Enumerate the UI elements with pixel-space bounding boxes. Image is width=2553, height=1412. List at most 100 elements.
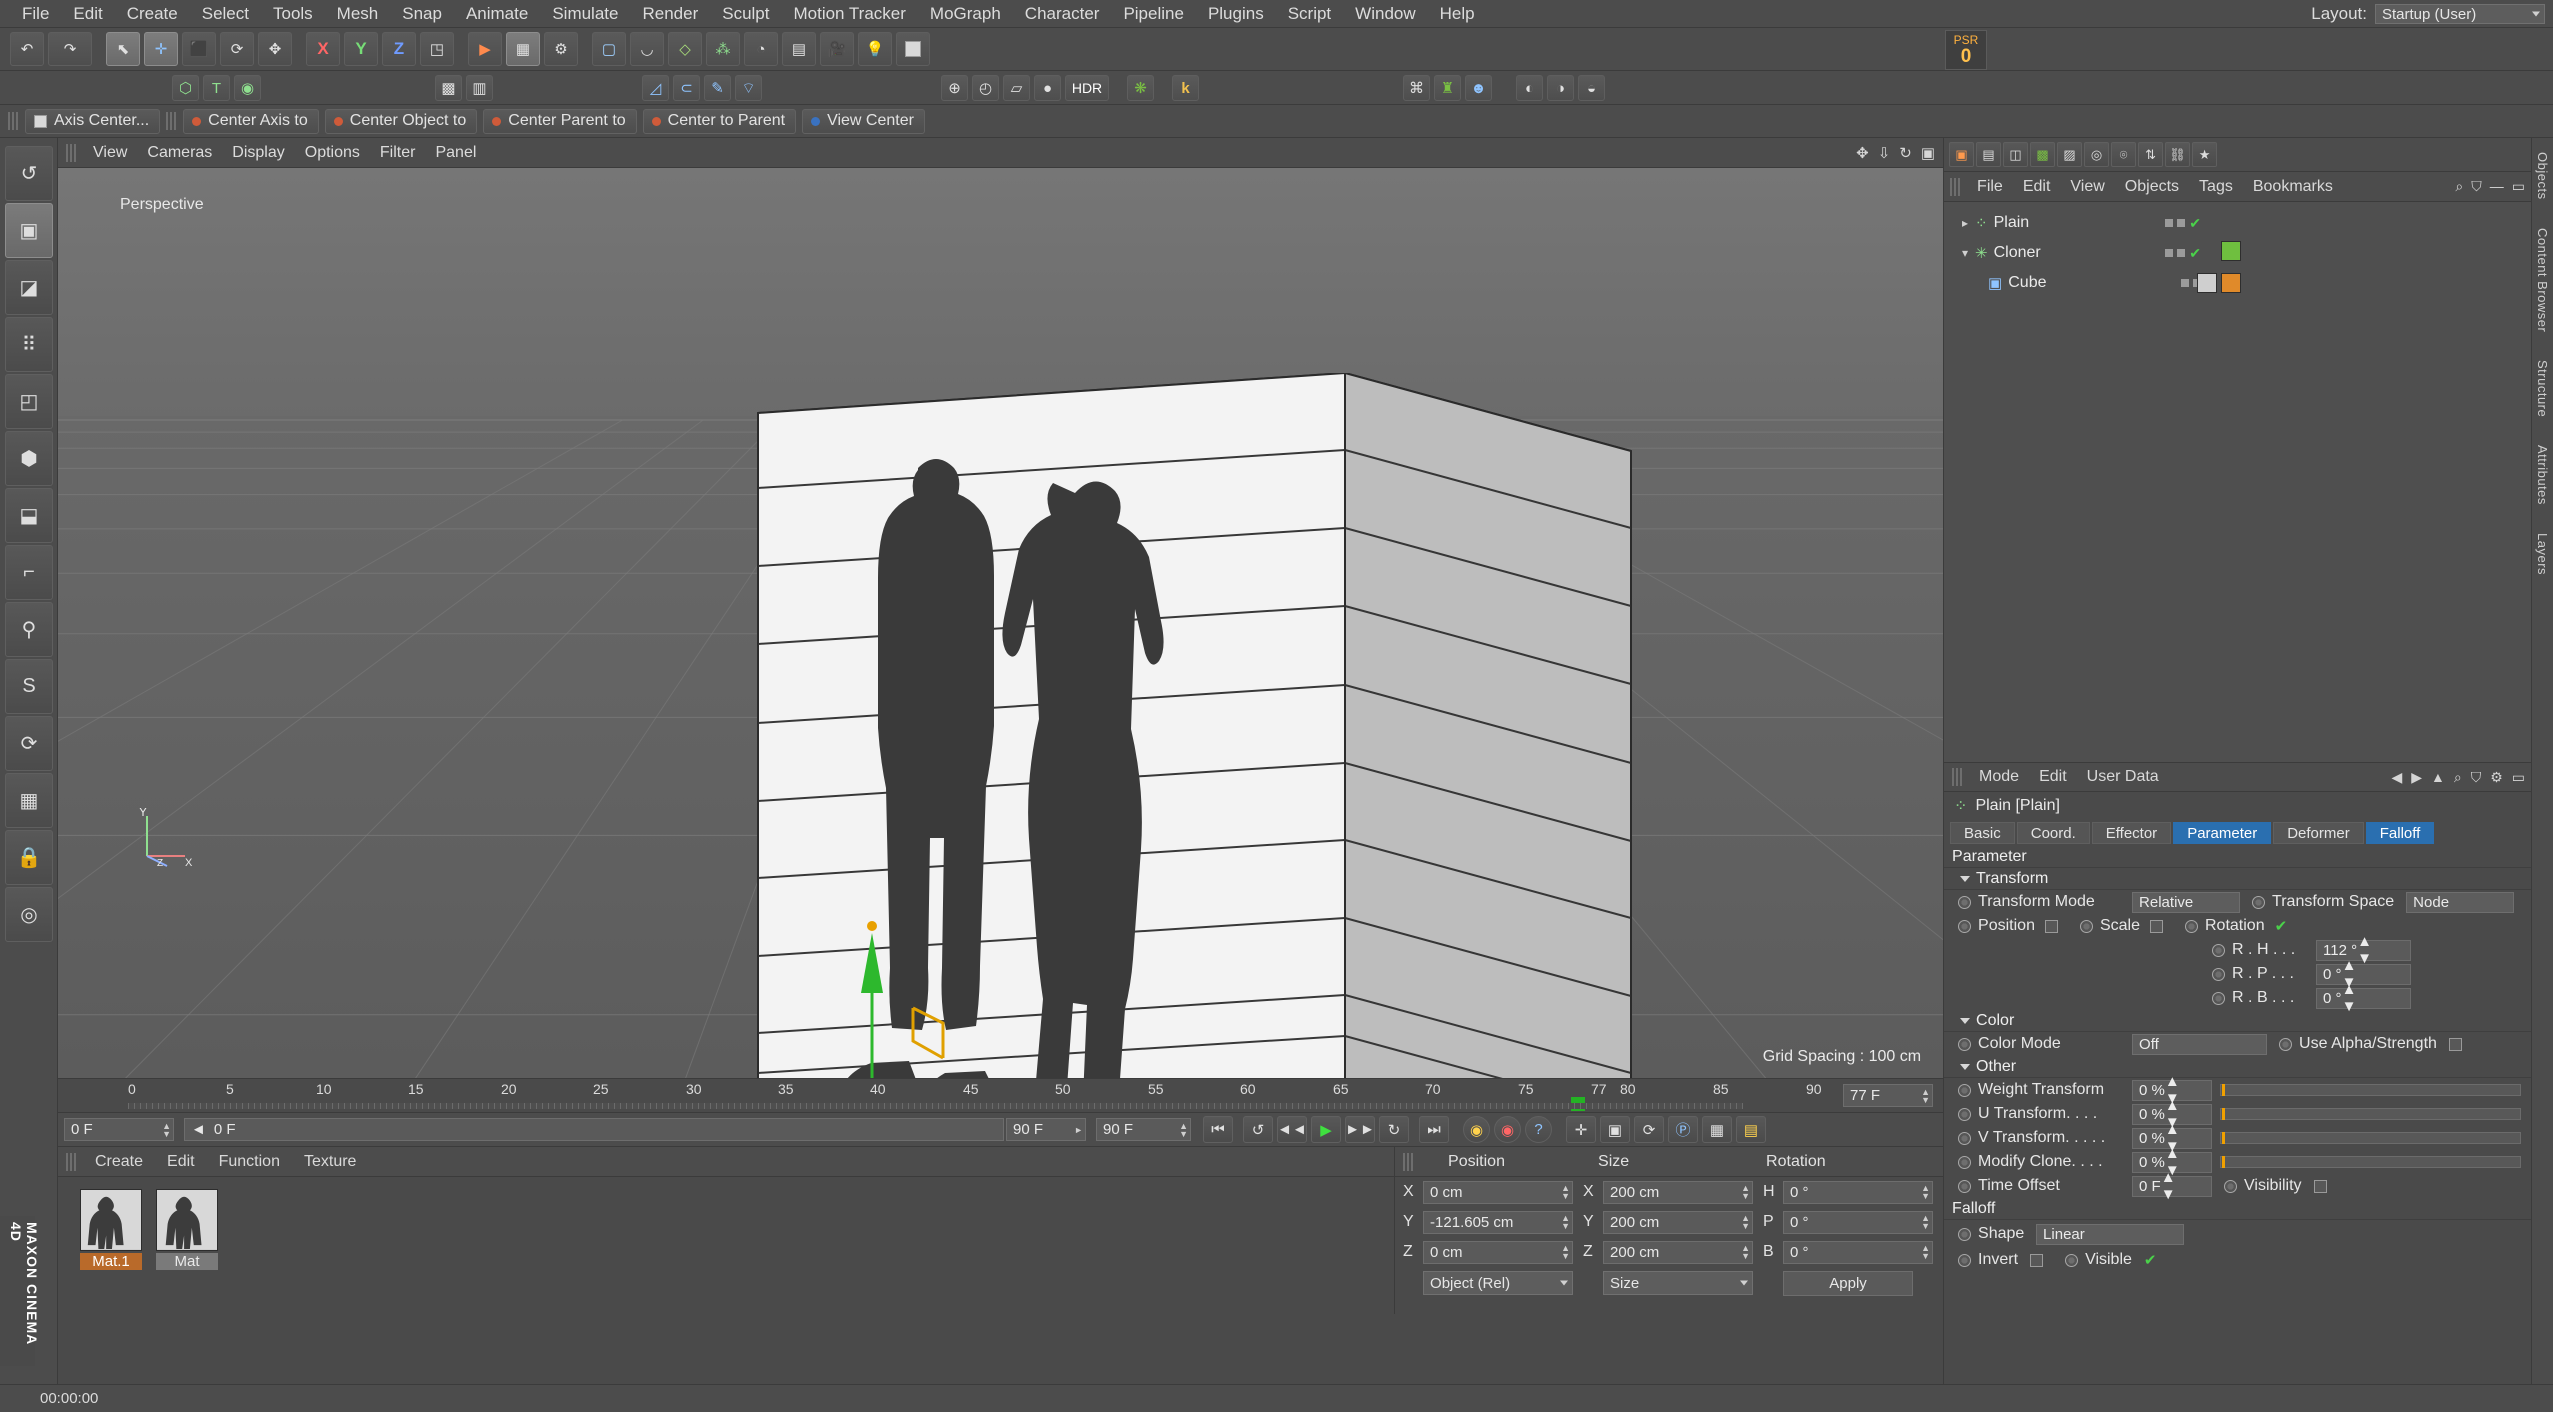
- spinner-icon-rb[interactable]: ▲ ▼: [1921, 1244, 1930, 1261]
- live-selection-icon[interactable]: ⬉: [106, 32, 140, 66]
- lock-icon[interactable]: 🔒: [5, 830, 53, 885]
- coordinate-mode-dropdown[interactable]: Object (Rel): [1423, 1271, 1574, 1295]
- object-axis-mode-icon[interactable]: ⬓: [5, 488, 53, 543]
- size-z-field[interactable]: 200 cm ▲ ▼: [1603, 1240, 1754, 1264]
- spinner-icon-rp[interactable]: ▲ ▼: [1921, 1214, 1930, 1231]
- cube-tags[interactable]: [2197, 273, 2241, 293]
- menu-item-mesh[interactable]: Mesh: [325, 0, 391, 28]
- attribute-menu-user-data[interactable]: User Data: [2077, 768, 2169, 786]
- green-tool-icon[interactable]: ♜: [1434, 75, 1461, 101]
- expand-arrow-icon-plain[interactable]: ▸: [1962, 216, 1975, 230]
- material-manager[interactable]: Create Edit Function Texture Mat.1 Mat: [58, 1147, 1396, 1314]
- viewport-solo-icon[interactable]: ⟳: [5, 716, 53, 771]
- scene-nodes-icon[interactable]: ⊕: [941, 75, 968, 101]
- tab-deformer[interactable]: Deformer: [2273, 822, 2364, 844]
- tab-parameter[interactable]: Parameter: [2173, 822, 2272, 844]
- step-back-icon[interactable]: ◄◄: [1277, 1116, 1307, 1143]
- keyshot-icon[interactable]: k: [1172, 75, 1199, 101]
- rotate-icon[interactable]: ⟳: [220, 32, 254, 66]
- material-menu-function[interactable]: Function: [207, 1153, 292, 1171]
- vtab-structure[interactable]: Structure: [2532, 346, 2553, 431]
- weight-transform-slider[interactable]: [2220, 1084, 2521, 1096]
- vtab-layers[interactable]: Layers: [2532, 519, 2553, 589]
- material-label-2[interactable]: Mat: [156, 1253, 218, 1270]
- play-reverse-icon[interactable]: ↺: [1243, 1116, 1273, 1143]
- axis-center-toolbar[interactable]: Axis Center... Center Axis to Center Obj…: [0, 105, 2553, 138]
- end-frame-field[interactable]: 90 F ►: [1006, 1118, 1086, 1141]
- cloner-effector-tag[interactable]: [2221, 240, 2241, 266]
- material-list[interactable]: Mat.1 Mat: [58, 1177, 1394, 1270]
- visibility-dot-top-icon[interactable]: [2165, 219, 2174, 227]
- takes-icon[interactable]: ◴: [972, 75, 999, 101]
- object-layer-icon[interactable]: ▨: [2057, 142, 2083, 167]
- menu-item-file[interactable]: File: [10, 0, 61, 28]
- tree-row-plain[interactable]: ▸ ⁘ Plain ✔: [1944, 208, 2531, 238]
- animation-track-icon-position[interactable]: [1958, 919, 1972, 933]
- viewport-menu-cameras[interactable]: Cameras: [137, 144, 222, 162]
- animation-track-icon-transform-mode[interactable]: [1958, 895, 1972, 909]
- menu-item-select[interactable]: Select: [190, 0, 261, 28]
- spinner-icon-sx[interactable]: ▲ ▼: [1741, 1184, 1750, 1201]
- y-axis-lock-icon[interactable]: Y: [344, 32, 378, 66]
- go-to-start-icon[interactable]: ⏮: [1203, 1116, 1233, 1143]
- dope-sheet-icon[interactable]: ▦: [1702, 1116, 1732, 1143]
- quantize-icon[interactable]: ▥: [466, 75, 493, 101]
- animation-track-icon-rp[interactable]: [2212, 967, 2226, 981]
- iron-icon[interactable]: ⌔: [735, 75, 762, 101]
- tree-tags-plain[interactable]: ✔: [2165, 215, 2201, 232]
- mograph-cloner-icon[interactable]: ⁂: [706, 32, 740, 66]
- animation-track-icon-shape[interactable]: [1958, 1227, 1972, 1241]
- zoom-icon[interactable]: ⇩: [1878, 144, 1891, 162]
- v-transform-slider[interactable]: [2220, 1132, 2521, 1144]
- center-object-to-button[interactable]: Center Object to: [324, 108, 478, 134]
- display-mode-2-icon[interactable]: ◑: [1547, 75, 1574, 101]
- animation-track-icon-rotation[interactable]: [2185, 919, 2198, 933]
- object-menu-file[interactable]: File: [1967, 178, 2013, 196]
- start-frame-field[interactable]: 0 F ▲ ▼: [64, 1118, 174, 1141]
- animation-track-icon-v[interactable]: [1958, 1131, 1972, 1145]
- knife-icon[interactable]: ◿: [642, 75, 669, 101]
- right-arrow-icon[interactable]: ►: [1074, 1125, 1083, 1134]
- cube-primitive-icon[interactable]: ▢: [592, 32, 626, 66]
- render-region-icon[interactable]: ▦: [506, 32, 540, 66]
- lock-icon-attr[interactable]: ⛉: [2471, 769, 2482, 786]
- center-axis-to-button[interactable]: Center Axis to: [183, 108, 319, 134]
- perspective-viewport[interactable]: Perspective Y X Z Grid Spacing: 100 cm: [58, 168, 1944, 1078]
- object-menu-view[interactable]: View: [2060, 178, 2114, 196]
- gear-icon[interactable]: ⚙: [2490, 769, 2503, 786]
- size-mode-dropdown[interactable]: Size: [1603, 1271, 1754, 1295]
- animation-track-icon-scale[interactable]: [2079, 919, 2093, 933]
- position-checkbox[interactable]: [2044, 919, 2058, 933]
- section-transform[interactable]: Transform: [1944, 868, 2531, 890]
- tree-row-cube[interactable]: ▣ Cube: [1944, 268, 2531, 298]
- center-parent-to-button[interactable]: Center Parent to: [483, 108, 637, 134]
- render-view-icon[interactable]: ▶: [468, 32, 502, 66]
- object-menu-gripper-icon[interactable]: [1950, 177, 1962, 196]
- workplane-icon[interactable]: ▩: [435, 75, 462, 101]
- cube-visibility-dot-top-icon[interactable]: [2181, 279, 2189, 287]
- snap-toggle-icon[interactable]: ◎: [5, 887, 53, 942]
- polygon-mode-icon[interactable]: ◉: [234, 75, 261, 101]
- position-z-field[interactable]: 0 cm ▲ ▼: [1423, 1240, 1574, 1264]
- object-manager-toolbar[interactable]: ▣ ▤ ◫ ▩ ▨ ◎ ⌾ ⇅ ⛓ ★: [1944, 138, 2531, 172]
- pick-icon[interactable]: ▲: [2431, 769, 2445, 786]
- rotation-p-field[interactable]: 0 ° ▲ ▼: [1783, 1210, 1934, 1234]
- transform-space-dropdown[interactable]: Node: [2406, 891, 2515, 913]
- animation-track-icon-visible[interactable]: [2065, 1253, 2079, 1267]
- viewport-gripper-icon[interactable]: [66, 143, 77, 162]
- primary-toolbar[interactable]: ↶ ↷ ⬉ ✛ ⬛ ⟳ ✥ X Y Z ◳ ▶ ▦ ⚙ ▢ ◡ ◇ ⁂ ◔ ▤ …: [0, 28, 2553, 71]
- menu-item-pipeline[interactable]: Pipeline: [1111, 0, 1196, 28]
- spinner-icon-px[interactable]: ▲ ▼: [1561, 1184, 1570, 1201]
- animation-track-icon-visibility[interactable]: [2224, 1179, 2238, 1193]
- vtab-objects[interactable]: Objects: [2532, 138, 2553, 214]
- rotation-p-input[interactable]: 0 ° ▲ ▼: [2316, 957, 2412, 991]
- deformer-icon[interactable]: ◔: [744, 32, 778, 66]
- viewport-menu-filter[interactable]: Filter: [370, 144, 426, 162]
- object-tag-icon[interactable]: ▩: [2030, 142, 2056, 167]
- object-new-icon[interactable]: ▣: [1949, 142, 1975, 167]
- play-icon[interactable]: ▶: [1311, 1116, 1341, 1143]
- move-rotate-scale-icon[interactable]: ✥: [258, 32, 292, 66]
- animation-player-bar[interactable]: 0 F ▲ ▼ ◄ 0 F 90 F ► 90 F ▲ ▼ ⏮ ↺ ◄◄ ▶ ►…: [58, 1112, 1944, 1146]
- render-settings-icon[interactable]: ⚙: [544, 32, 578, 66]
- viewport-header-icons[interactable]: ✥ ⇩ ↻ ▣: [1856, 138, 1935, 168]
